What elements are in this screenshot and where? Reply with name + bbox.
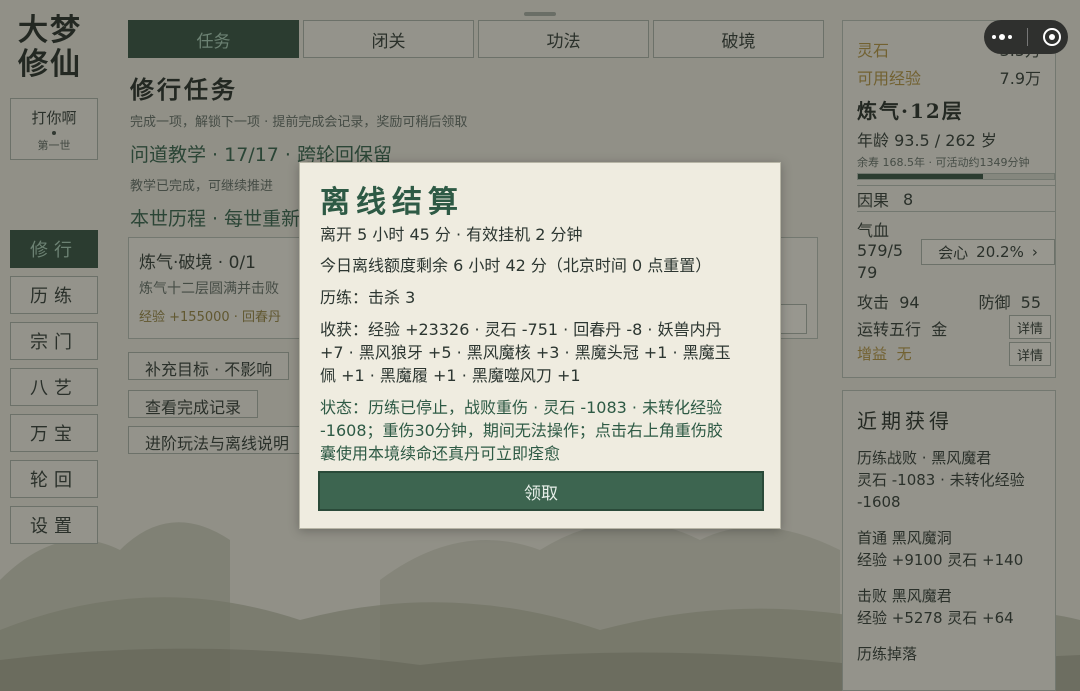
quota-text: 今日离线额度剩余 6 小时 42 分（北京时间 0 点重置） <box>320 256 712 275</box>
more-options-icon[interactable] <box>991 34 1012 40</box>
claim-button[interactable]: 领取 <box>318 471 764 511</box>
dialog-title: 离线结算 <box>320 185 464 220</box>
status-line: 状态：历练已停止，战败重伤 · 灵石 -1083 · 未转化经验 <box>320 398 723 417</box>
kills-text: 历练：击杀 3 <box>320 288 416 307</box>
close-target-icon[interactable] <box>1042 28 1061 46</box>
gains-line: +7 · 黑风狼牙 +5 · 黑风魔核 +3 · 黑魔头冠 +1 · 黑魔玉 <box>320 343 731 362</box>
gains-text: 收获：经验 +23326 · 灵石 -751 · 回春丹 -8 · 妖兽内丹 +… <box>320 318 766 387</box>
gains-line: 收获：经验 +23326 · 灵石 -751 · 回春丹 -8 · 妖兽内丹 <box>320 320 722 339</box>
app-root: 大梦 修仙 打你啊 第一世 修行 历练 宗门 八艺 万宝 轮回 设置 任务 闭关… <box>0 0 1080 691</box>
gains-line: 佩 +1 · 黑魔履 +1 · 黑魔噬风刀 +1 <box>320 366 581 385</box>
offline-settlement-dialog: 离线结算 离开 5 小时 45 分 · 有效挂机 2 分钟 今日离线额度剩余 6… <box>299 162 781 529</box>
away-time-text: 离开 5 小时 45 分 · 有效挂机 2 分钟 <box>320 225 583 244</box>
mini-program-capsule <box>984 20 1068 54</box>
status-text: 状态：历练已停止，战败重伤 · 灵石 -1083 · 未转化经验 -1608；重… <box>320 396 766 465</box>
capsule-divider <box>1026 28 1028 46</box>
status-line: -1608；重伤30分钟，期间无法操作；点击右上角重伤胶 <box>320 421 723 440</box>
status-line: 囊使用本境续命还真丹可立即痊愈 <box>320 444 561 463</box>
